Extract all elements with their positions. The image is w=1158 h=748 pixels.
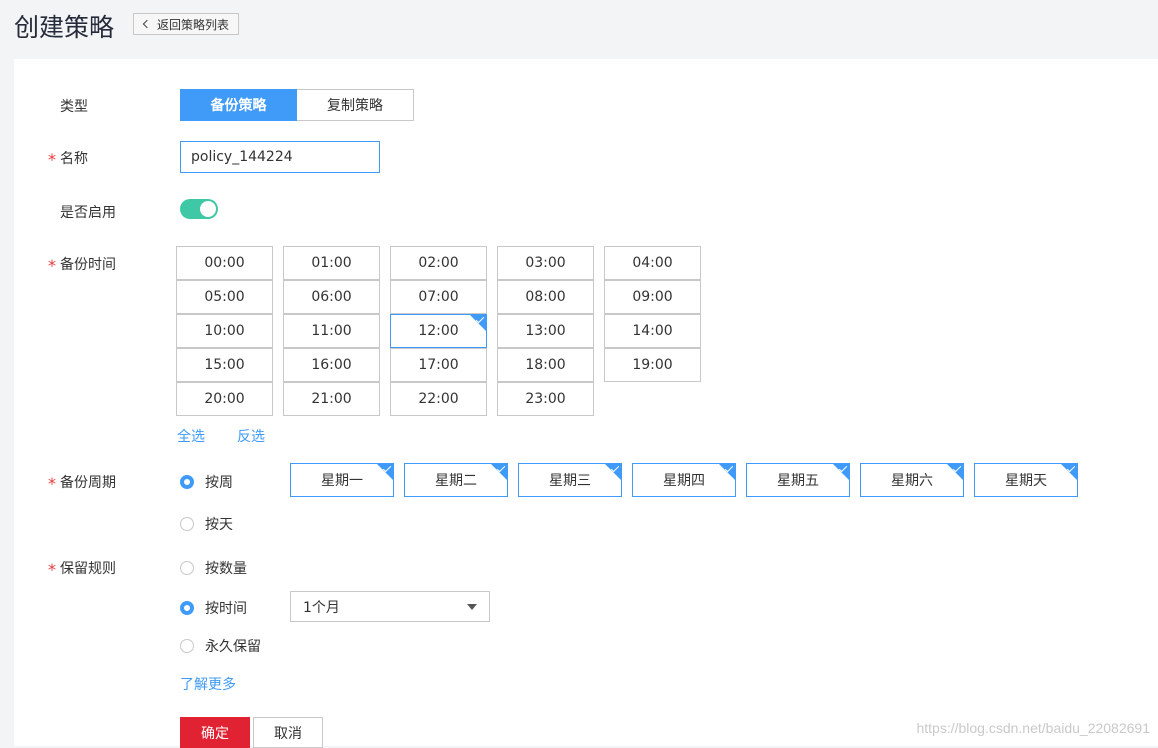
radio-unchecked-icon: [180, 561, 194, 575]
confirm-button[interactable]: 确定: [180, 717, 250, 748]
retention-forever-label: 永久保留: [205, 639, 261, 655]
name-label: 名称: [60, 151, 88, 167]
retention-period-select[interactable]: 1个月: [290, 591, 490, 622]
time-slot[interactable]: 06:00: [283, 280, 380, 314]
required-star: *: [48, 150, 56, 169]
type-option-replicate[interactable]: 复制策略: [297, 89, 414, 121]
time-slot[interactable]: 13:00: [497, 314, 594, 348]
radio-checked-icon: [180, 601, 194, 615]
time-slot[interactable]: 03:00: [497, 246, 594, 280]
required-star: *: [48, 560, 56, 579]
cancel-button[interactable]: 取消: [253, 717, 323, 748]
retention-forever-radio[interactable]: 永久保留: [180, 636, 261, 656]
radio-checked-icon: [180, 475, 194, 489]
radio-unchecked-icon: [180, 517, 194, 531]
select-all-link[interactable]: 全选: [177, 426, 205, 446]
time-slot[interactable]: 19:00: [604, 348, 701, 382]
retention-label: 保留规则: [60, 561, 116, 577]
toggle-knob: [199, 200, 217, 218]
enabled-label: 是否启用: [60, 205, 116, 221]
weekday-option[interactable]: 星期二: [404, 463, 508, 497]
time-slot[interactable]: 01:00: [283, 246, 380, 280]
back-button-label: 返回策略列表: [157, 17, 230, 32]
cycle-by-day-radio[interactable]: 按天: [180, 514, 233, 534]
time-slot[interactable]: 18:00: [497, 348, 594, 382]
form-panel: 类型 备份策略 复制策略 * 名称 是否启用 * 备份时间 00:00 01:00…: [14, 59, 1158, 748]
required-star: *: [48, 474, 56, 493]
time-slot[interactable]: 22:00: [390, 382, 487, 416]
page-title: 创建策略: [14, 13, 115, 42]
weekday-option[interactable]: 星期六: [860, 463, 964, 497]
time-slot[interactable]: 04:00: [604, 246, 701, 280]
policy-name-input[interactable]: [180, 141, 380, 173]
time-slot[interactable]: 10:00: [176, 314, 273, 348]
time-slot[interactable]: 11:00: [283, 314, 380, 348]
cycle-by-week-radio[interactable]: 按周: [180, 472, 233, 492]
weekday-option[interactable]: 星期天: [974, 463, 1078, 497]
time-slot[interactable]: 21:00: [283, 382, 380, 416]
enabled-toggle[interactable]: [180, 199, 218, 219]
time-slot[interactable]: 16:00: [283, 348, 380, 382]
time-slot[interactable]: 00:00: [176, 246, 273, 280]
time-slot[interactable]: 12:00: [390, 314, 487, 348]
backup-cycle-label: 备份周期: [60, 475, 116, 491]
retention-by-count-label: 按数量: [205, 561, 247, 577]
cycle-by-day-label: 按天: [205, 517, 233, 533]
weekday-option[interactable]: 星期五: [746, 463, 850, 497]
retention-by-time-label: 按时间: [205, 601, 247, 617]
required-star: *: [48, 256, 56, 275]
type-label: 类型: [60, 99, 88, 115]
backup-time-label: 备份时间: [60, 257, 116, 273]
time-slot[interactable]: 15:00: [176, 348, 273, 382]
radio-unchecked-icon: [180, 639, 194, 653]
retention-by-count-radio[interactable]: 按数量: [180, 558, 247, 578]
time-slot[interactable]: 05:00: [176, 280, 273, 314]
invert-selection-link[interactable]: 反选: [237, 426, 265, 446]
back-to-list-button[interactable]: 返回策略列表: [133, 13, 239, 35]
weekday-option[interactable]: 星期一: [290, 463, 394, 497]
watermark: https://blog.csdn.net/baidu_22082691: [916, 720, 1150, 736]
cycle-by-week-label: 按周: [205, 475, 233, 491]
time-slot[interactable]: 08:00: [497, 280, 594, 314]
time-slot[interactable]: 02:00: [390, 246, 487, 280]
time-slot[interactable]: 20:00: [176, 382, 273, 416]
learn-more-link[interactable]: 了解更多: [180, 674, 236, 694]
time-slot[interactable]: 23:00: [497, 382, 594, 416]
retention-period-value: 1个月: [303, 599, 340, 616]
retention-by-time-radio[interactable]: 按时间: [180, 598, 247, 618]
weekday-option[interactable]: 星期四: [632, 463, 736, 497]
chevron-left-icon: [142, 19, 152, 29]
caret-down-icon: [467, 604, 477, 610]
type-option-backup[interactable]: 备份策略: [180, 89, 297, 121]
time-slot[interactable]: 09:00: [604, 280, 701, 314]
time-slot[interactable]: 17:00: [390, 348, 487, 382]
weekday-option[interactable]: 星期三: [518, 463, 622, 497]
time-slot[interactable]: 07:00: [390, 280, 487, 314]
type-segmented-control: 备份策略 复制策略: [180, 89, 414, 121]
time-slot[interactable]: 14:00: [604, 314, 701, 348]
